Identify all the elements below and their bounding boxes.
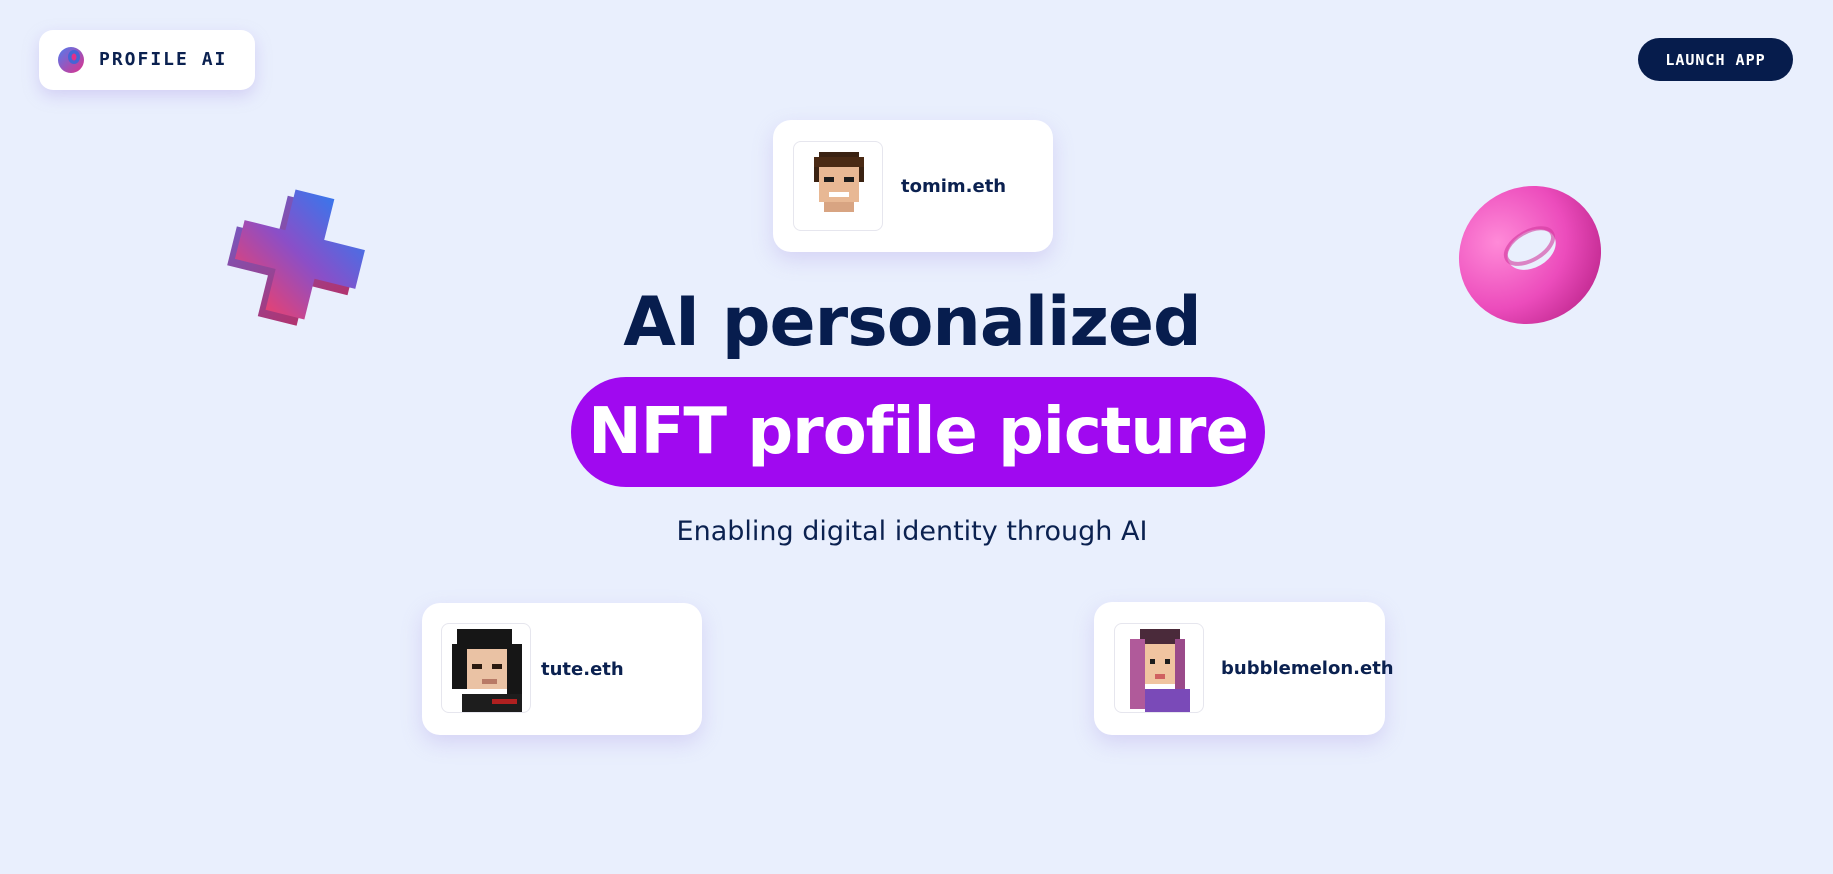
profile-name: bubblemelon.eth — [1221, 658, 1394, 679]
logo-text: PROFILE AI — [99, 49, 228, 70]
profile-name: tute.eth — [541, 659, 624, 680]
profile-name: tomim.eth — [901, 176, 1007, 197]
hero-subtitle: Enabling digital identity through AI — [676, 516, 1148, 547]
profile-card-tute[interactable]: tute.eth — [422, 603, 702, 735]
hero-headline: AI personalized — [623, 283, 1201, 362]
pixel-avatar-icon — [441, 623, 531, 713]
hero-highlight: NFT profile picture — [571, 377, 1265, 487]
profile-card-bubblemelon[interactable]: bubblemelon.eth — [1094, 602, 1394, 735]
logo-pill[interactable]: PROFILE AI — [39, 30, 255, 90]
profile-ai-logo-icon — [58, 47, 84, 73]
pixel-avatar-icon — [1114, 623, 1204, 713]
profile-card-tomim[interactable]: tomim.eth — [773, 120, 1053, 252]
pixel-avatar-icon — [793, 141, 883, 231]
launch-app-button[interactable]: LAUNCH APP — [1638, 38, 1793, 81]
